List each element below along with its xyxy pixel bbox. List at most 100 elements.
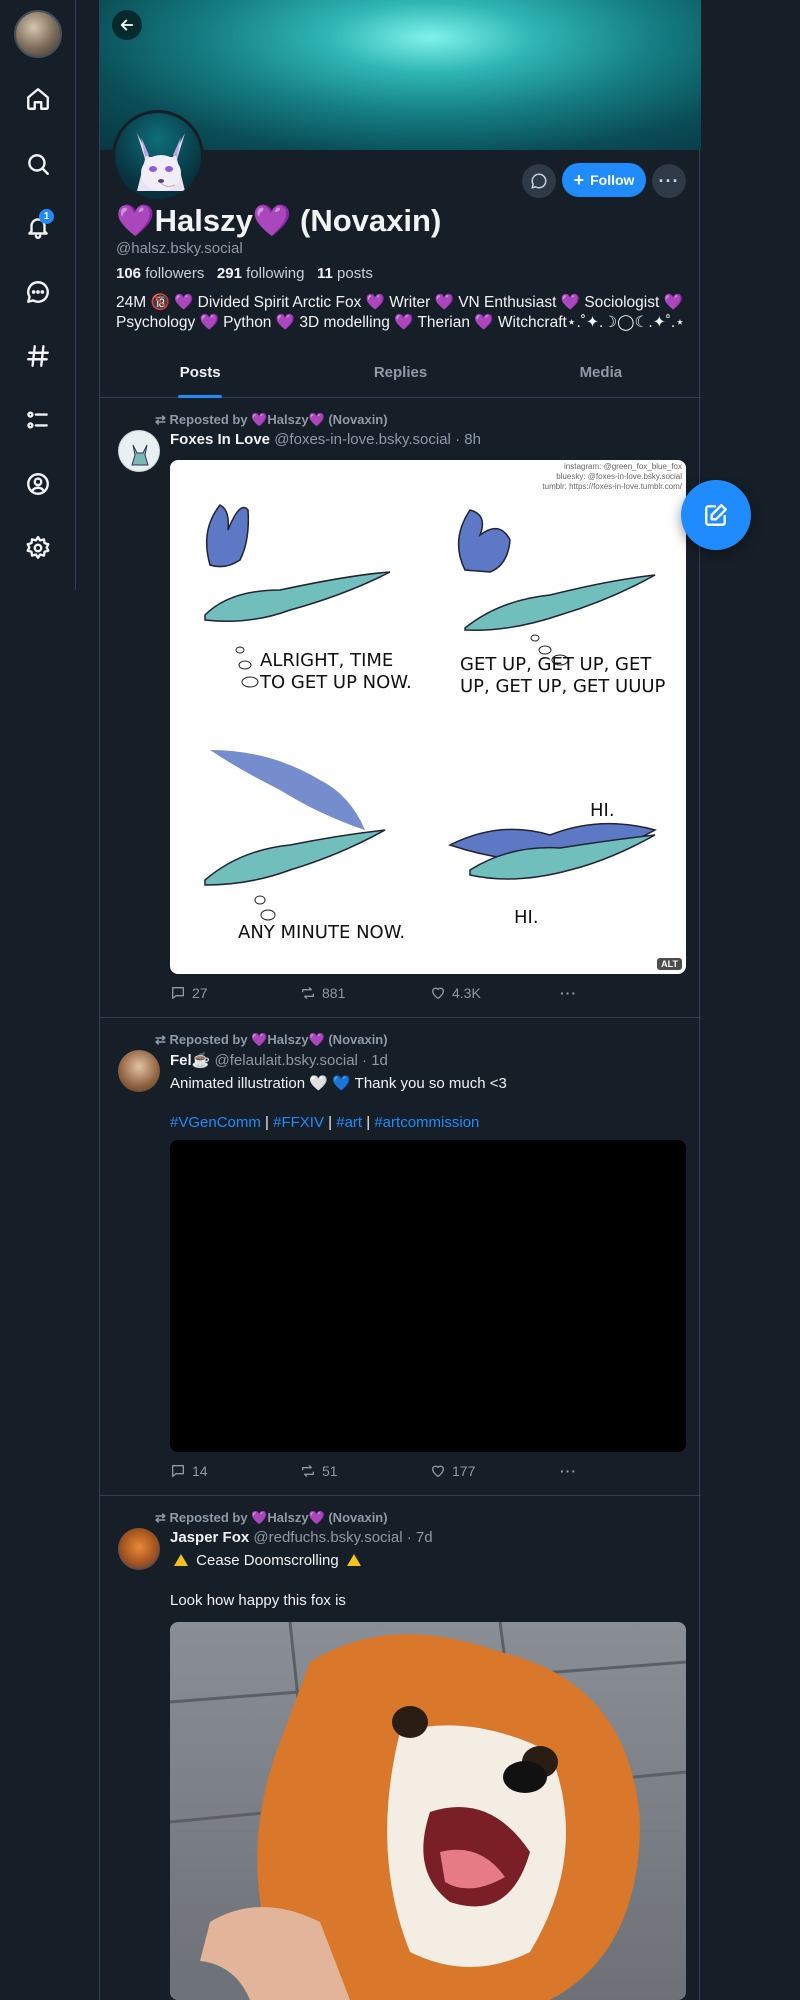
reply-button[interactable]: 14 — [170, 1463, 208, 1479]
post-item[interactable]: ⇄ Reposted by 💜Halszy💜 (Novaxin) Fel☕ @f… — [100, 1018, 701, 1496]
profile-stats: 106 followers 291 following 11 posts — [116, 265, 373, 282]
post-header: Fel☕ @felaulait.bsky.social · 1d — [170, 1051, 388, 1069]
hashtag-link[interactable]: #FFXIV — [273, 1114, 324, 1131]
repost-icon: ⇄ — [155, 1032, 166, 1047]
post-author-handle[interactable]: @foxes-in-love.bsky.social — [274, 431, 451, 448]
post-more-button[interactable]: ··· — [560, 1463, 577, 1479]
hashtag-link[interactable]: #art — [336, 1114, 362, 1131]
comic-credit: instagram: @green_fox_blue_fox bluesky: … — [542, 462, 682, 491]
repost-button[interactable]: 51 — [300, 1463, 338, 1479]
like-button[interactable]: 177 — [430, 1463, 475, 1479]
search-icon[interactable] — [22, 148, 54, 180]
warning-icon — [346, 1554, 361, 1566]
settings-icon[interactable] — [22, 532, 54, 564]
user-avatar[interactable] — [14, 10, 62, 58]
hashtag-link[interactable]: #artcommission — [374, 1114, 479, 1131]
post-text: Cease Doomscrolling — [170, 1552, 365, 1569]
comic-caption: ANY MINUTE NOW. — [238, 922, 405, 943]
post-text: Animated illustration 🤍 💙 Thank you so m… — [170, 1075, 507, 1092]
profile-tabs: Posts Replies Media — [100, 354, 701, 398]
post-author-avatar[interactable] — [118, 1050, 160, 1092]
bell-icon[interactable]: 1 — [22, 209, 54, 243]
bio-line: Psychology 💜 Python 💜 3D modelling 💜 The… — [116, 314, 685, 331]
notification-badge: 1 — [39, 209, 54, 224]
post-author-handle[interactable]: @felaulait.bsky.social — [215, 1052, 358, 1069]
profile-avatar[interactable] — [112, 110, 204, 202]
compose-icon — [705, 504, 727, 526]
profile-handle: @halsz.bsky.social — [116, 240, 243, 257]
post-author-avatar[interactable] — [118, 1528, 160, 1570]
hashtag-link[interactable]: #VGenComm — [170, 1114, 261, 1131]
tag-separator: | — [328, 1114, 333, 1131]
more-options-button[interactable]: ··· — [652, 164, 686, 198]
follow-label: Follow — [590, 172, 635, 188]
post-item[interactable]: ⇄ Reposted by 💜Halszy💜 (Novaxin) Jasper … — [100, 1496, 701, 2000]
post-text: Look how happy this fox is — [170, 1592, 346, 1609]
comic-panels: ALRIGHT, TIME TO GET UP NOW. GET UP, GET… — [204, 504, 666, 943]
compose-post-button[interactable] — [681, 480, 751, 550]
repost-icon — [302, 987, 314, 999]
display-name: 💜Halszy💜 (Novaxin) — [116, 203, 442, 238]
post-hashtags: #VGenComm | #FFXIV | #art | #artcommissi… — [170, 1114, 479, 1131]
post-header: Jasper Fox @redfuchs.bsky.social · 7d — [170, 1529, 433, 1546]
post-time[interactable]: · 8h — [455, 431, 481, 448]
repost-icon: ⇄ — [155, 412, 166, 427]
follow-button[interactable]: + Follow — [562, 163, 646, 197]
post-header: Foxes In Love @foxes-in-love.bsky.social… — [170, 431, 481, 448]
reply-icon — [172, 1465, 184, 1477]
posts-count: 11 posts — [317, 265, 373, 282]
comic-caption: TO GET UP NOW. — [259, 672, 412, 693]
post-author-handle[interactable]: @redfuchs.bsky.social — [253, 1529, 402, 1546]
profile-bio: 24M 🔞 💜 Divided Spirit Arctic Fox 💜 Writ… — [116, 293, 686, 333]
post-actions: 14 51 177 ··· — [170, 1463, 600, 1483]
repost-indicator: ⇄ Reposted by 💜Halszy💜 (Novaxin) — [155, 1032, 388, 1047]
profile-icon[interactable] — [22, 468, 54, 500]
message-button[interactable] — [522, 164, 556, 198]
home-icon[interactable] — [22, 83, 54, 115]
like-button[interactable]: 4.3K — [430, 985, 481, 1001]
arrow-left-icon — [120, 19, 134, 31]
followers-link[interactable]: 106 followers — [116, 265, 204, 282]
post-actions: 27 881 4.3K ··· — [170, 985, 600, 1005]
post-author-name[interactable]: Jasper Fox — [170, 1529, 249, 1546]
comic-image[interactable]: instagram: @green_fox_blue_fox bluesky: … — [170, 460, 686, 974]
comic-caption: HI. — [590, 800, 615, 821]
post-time[interactable]: · 7d — [407, 1529, 433, 1546]
warning-icon — [174, 1554, 188, 1566]
fox-photo[interactable] — [170, 1622, 686, 2000]
list-icon[interactable] — [22, 404, 54, 436]
chat-icon[interactable] — [22, 276, 54, 308]
tab-media[interactable]: Media — [501, 354, 701, 397]
repost-button[interactable]: 881 — [300, 985, 345, 1001]
comic-caption: UP, GET UP, GET UUUP — [460, 676, 666, 697]
post-author-name[interactable]: Foxes In Love — [170, 431, 270, 448]
repost-icon: ⇄ — [155, 1510, 166, 1525]
repost-icon — [302, 1465, 314, 1477]
hashtag-icon[interactable] — [22, 340, 54, 372]
chat-bubble-icon — [531, 173, 547, 189]
comic-caption: HI. — [514, 907, 539, 928]
post-more-button[interactable]: ··· — [560, 985, 577, 1001]
post-author-name[interactable]: Fel☕ — [170, 1052, 210, 1069]
arctic-fox-avatar-icon — [137, 133, 185, 191]
reply-button[interactable]: 27 — [170, 985, 208, 1001]
tag-separator: | — [265, 1114, 269, 1131]
comic-caption: GET UP, GET UP, GET — [460, 654, 652, 675]
tab-replies[interactable]: Replies — [300, 354, 500, 397]
repost-indicator: ⇄ Reposted by 💜Halszy💜 (Novaxin) — [155, 412, 388, 427]
post-time[interactable]: · 1d — [362, 1052, 388, 1069]
back-button[interactable] — [112, 10, 142, 40]
post-author-avatar[interactable] — [118, 430, 160, 472]
video-player[interactable] — [170, 1140, 686, 1452]
left-sidebar: 1 — [0, 0, 76, 590]
following-link[interactable]: 291 following — [217, 265, 305, 282]
tab-posts[interactable]: Posts — [100, 354, 300, 398]
post-item[interactable]: ⇄ Reposted by 💜Halszy💜 (Novaxin) Foxes I… — [100, 398, 701, 1018]
fox-avatar-icon — [131, 444, 149, 466]
alt-text-badge[interactable]: ALT — [657, 958, 682, 970]
heart-icon — [432, 1465, 444, 1477]
plus-icon: + — [573, 170, 585, 190]
repost-indicator: ⇄ Reposted by 💜Halszy💜 (Novaxin) — [155, 1510, 388, 1525]
tag-separator: | — [366, 1114, 371, 1131]
bio-line: 24M 🔞 💜 Divided Spirit Arctic Fox 💜 Writ… — [116, 294, 683, 311]
